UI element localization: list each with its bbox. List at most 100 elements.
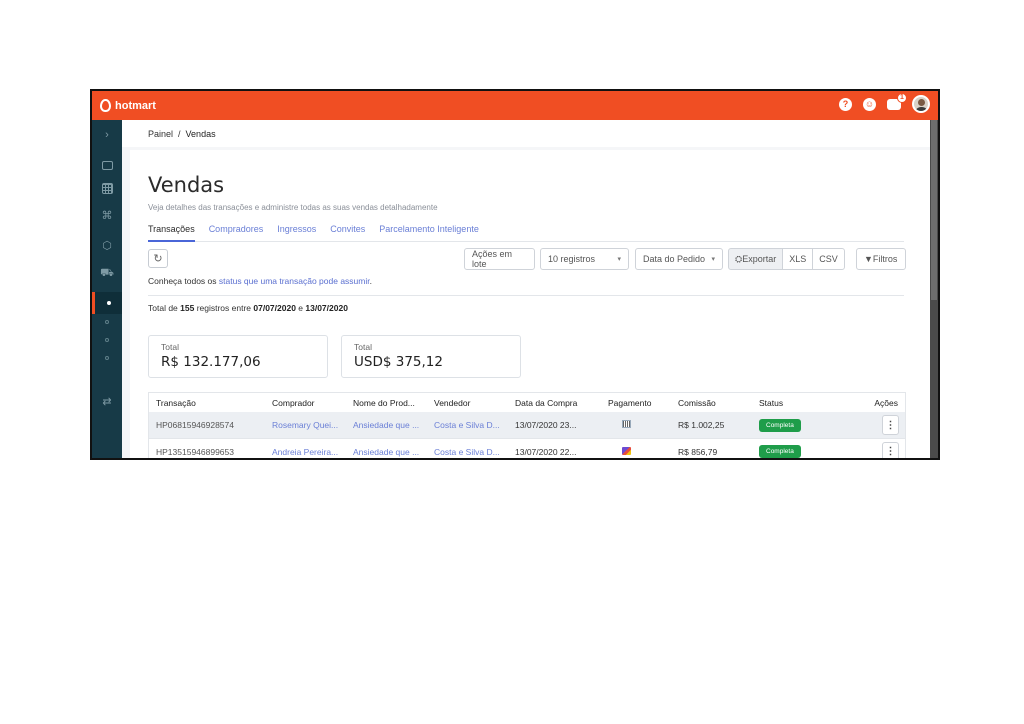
sidebar-item-affiliates[interactable]: ⌘ <box>92 204 122 226</box>
tab-invites[interactable]: Convites <box>330 222 365 242</box>
buyer-link[interactable]: Rosemary Quei... <box>272 420 342 430</box>
app-window: hotmart ? ☺ 1 › ⌘ ⬡ ⛟ ⇄ Painel / Vendas <box>90 89 940 460</box>
records-per-page-select[interactable]: 10 registros ▾ <box>540 248 629 270</box>
transaction-code[interactable]: HP13515946899653 <box>156 447 266 457</box>
column-header[interactable]: Comissão <box>678 398 748 408</box>
brand-name: hotmart <box>115 99 156 112</box>
brand-logo[interactable]: hotmart <box>100 99 156 112</box>
total-brl-value: R$ 132.177,06 <box>161 354 261 370</box>
column-header[interactable]: Transação <box>156 398 266 408</box>
total-brl-card: Total R$ 132.177,06 <box>148 335 328 378</box>
swap-icon: ⇄ <box>102 395 112 408</box>
column-header: Ações <box>874 397 898 408</box>
status-cell: Completa <box>759 445 819 458</box>
status-info: Conheça todos os status que uma transaçã… <box>148 276 372 286</box>
tab-tickets[interactable]: Ingressos <box>277 222 316 242</box>
status-cell: Completa <box>759 418 819 432</box>
row-actions-button[interactable]: ⋮ <box>882 441 899 458</box>
export-button[interactable]: ⛭ Exportar <box>728 248 784 270</box>
seller-link[interactable]: Costa e Silva D... <box>434 447 504 457</box>
hotmart-flame-icon <box>100 99 111 112</box>
sidebar: › ⌘ ⬡ ⛟ ⇄ <box>92 120 122 458</box>
cart-icon: ⛟ <box>100 267 114 279</box>
column-header[interactable]: Comprador <box>272 398 342 408</box>
status-badge: Completa <box>759 445 801 458</box>
caret-down-icon: ▾ <box>711 256 715 263</box>
sales-card: Vendas Veja detalhes das transações e ad… <box>130 150 932 458</box>
more-vertical-icon: ⋮ <box>885 446 896 457</box>
sidebar-item-dashboard[interactable] <box>92 154 122 176</box>
column-header[interactable]: Status <box>759 398 819 408</box>
page-title: Vendas <box>148 173 225 197</box>
notification-badge: 1 <box>897 92 907 103</box>
purchase-date: 13/07/2020 23... <box>515 420 577 430</box>
filter-icon: ▼ <box>864 254 873 264</box>
csv-button[interactable]: CSV <box>812 248 845 270</box>
chat-bubble-icon[interactable]: 1 <box>887 92 907 110</box>
row-actions-button[interactable]: ⋮ <box>882 415 899 435</box>
xls-button[interactable]: XLS <box>782 248 814 270</box>
question-circle-icon[interactable]: ? <box>839 97 852 111</box>
column-header[interactable]: Pagamento <box>608 398 658 408</box>
caret-down-icon: ▾ <box>617 256 621 263</box>
product-link[interactable]: Ansiedade que ... <box>353 420 423 430</box>
sidebar-item-sales[interactable] <box>92 292 122 314</box>
breadcrumb-separator: / <box>178 128 181 139</box>
payment-cell <box>608 446 658 457</box>
more-vertical-icon: ⋮ <box>885 419 896 431</box>
network-icon: ⌘ <box>101 209 113 222</box>
column-header[interactable]: Data da Compra <box>515 398 587 408</box>
buyer-link[interactable]: Andreia Pereira... <box>272 447 342 457</box>
date-from: 07/07/2020 <box>253 303 296 313</box>
sidebar-subitem-2[interactable] <box>92 334 122 346</box>
dot-icon <box>105 356 109 360</box>
date-type-select[interactable]: Data do Pedido ▾ <box>635 248 723 270</box>
transaction-code[interactable]: HP06815946928574 <box>156 420 266 430</box>
column-header[interactable]: Nome do Prod... <box>353 398 423 408</box>
dot-icon <box>106 301 111 305</box>
bulk-actions-button[interactable]: Ações em lote <box>464 248 535 270</box>
export-group: ⛭ Exportar XLS CSV <box>728 248 845 270</box>
export-label: Exportar <box>742 254 777 264</box>
column-header[interactable]: Vendedor <box>434 398 504 408</box>
chevron-right-icon[interactable]: › <box>92 124 122 146</box>
sidebar-subitem-3[interactable] <box>92 352 122 364</box>
seller-link[interactable]: Costa e Silva D... <box>434 420 504 430</box>
records-and: e <box>295 303 306 313</box>
headset-icon[interactable]: ☺ <box>863 97 876 111</box>
divider <box>148 295 904 296</box>
scrollbar[interactable] <box>930 120 938 458</box>
sidebar-item-swap[interactable]: ⇄ <box>92 390 122 412</box>
sidebar-item-products[interactable] <box>92 177 122 199</box>
commission: R$ 1.002,25 <box>678 420 725 430</box>
scrollbar-thumb[interactable] <box>931 120 937 300</box>
tab-buyers[interactable]: Compradores <box>209 222 264 242</box>
filters-button[interactable]: ▼ Filtros <box>856 248 906 270</box>
breadcrumb-root[interactable]: Painel <box>148 129 173 139</box>
export-icon: ⛭ <box>735 253 743 264</box>
avatar[interactable] <box>912 95 930 113</box>
total-usd-label: Total <box>354 342 372 352</box>
table-row[interactable]: HP06815946928574 Rosemary Quei... Ansied… <box>149 412 905 438</box>
tab-bar: Transações Compradores Ingressos Convite… <box>148 222 904 242</box>
sidebar-subitem-1[interactable] <box>92 316 122 328</box>
dot-icon <box>105 338 109 342</box>
sidebar-item-cart[interactable]: ⛟ <box>92 263 122 285</box>
refresh-button[interactable]: ↻ <box>148 249 168 268</box>
tab-transactions[interactable]: Transações <box>148 222 195 242</box>
records-count: 155 <box>180 303 195 313</box>
top-actions: ? ☺ 1 <box>839 92 930 113</box>
date-to: 13/07/2020 <box>305 303 348 313</box>
product-link[interactable]: Ansiedade que ... <box>353 447 423 457</box>
breadcrumb-current: Vendas <box>185 128 216 139</box>
sidebar-item-members[interactable]: ⬡ <box>92 234 122 256</box>
page-subtitle: Veja detalhes das transações e administr… <box>148 203 438 212</box>
status-info-link[interactable]: status que uma transação pode assumir <box>219 276 370 286</box>
records-prefix: Total de <box>148 303 181 313</box>
total-usd-card: Total USD$ 375,12 <box>341 335 521 378</box>
top-bar: hotmart ? ☺ 1 <box>92 91 938 120</box>
grid-icon <box>101 182 113 194</box>
tab-smart-installments[interactable]: Parcelamento Inteligente <box>379 222 479 242</box>
table-row[interactable]: HP13515946899653 Andreia Pereira... Ansi… <box>149 438 905 458</box>
breadcrumb: Painel / Vendas <box>122 120 930 147</box>
